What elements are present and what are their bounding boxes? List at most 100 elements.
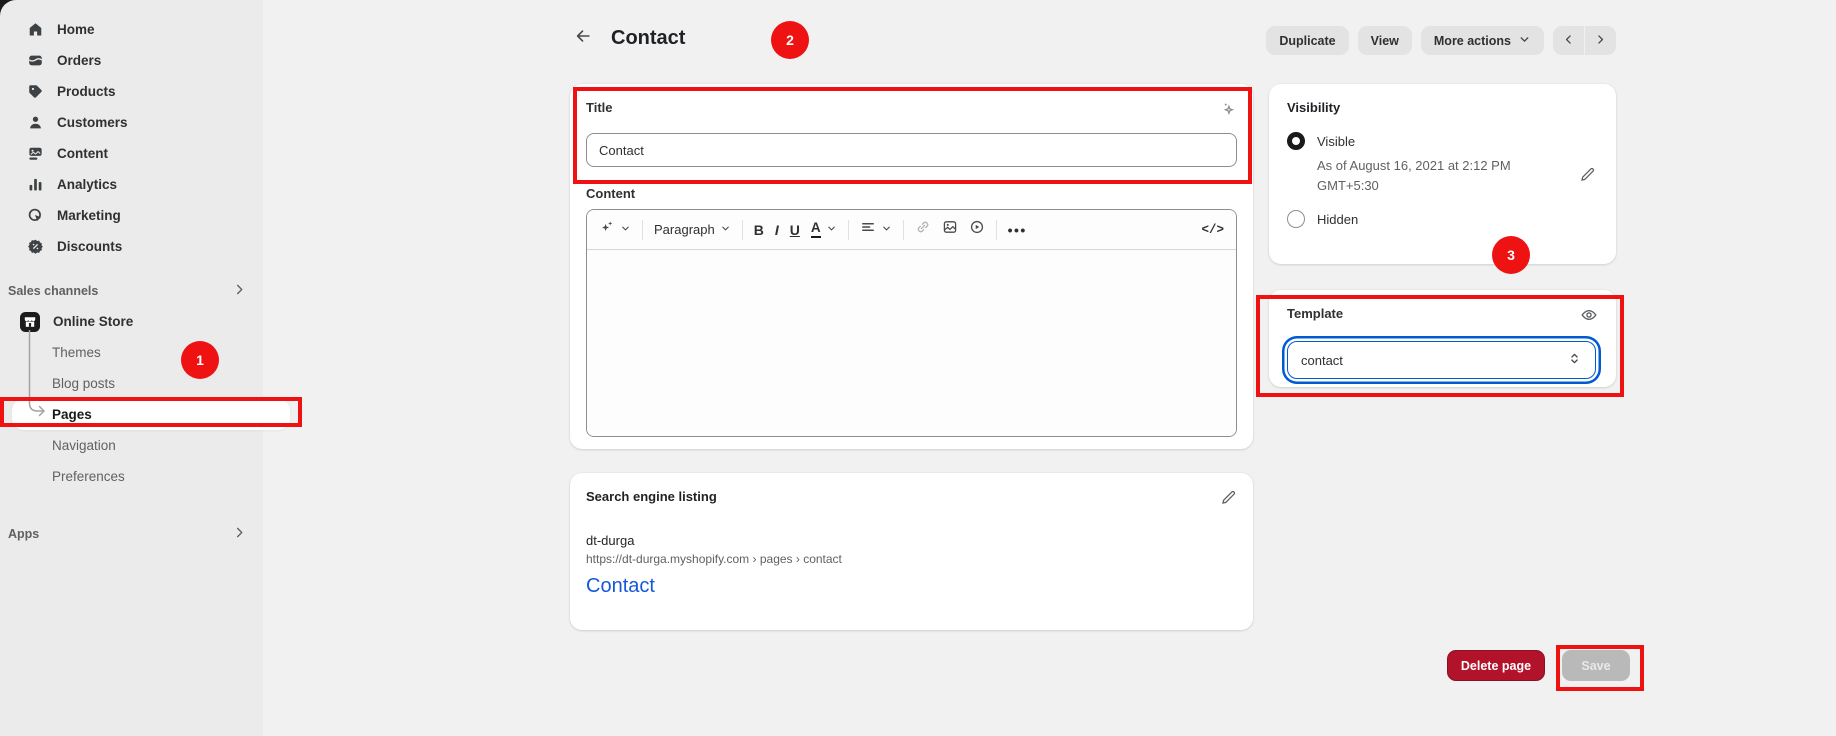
seo-heading: Search engine listing [586,489,717,504]
next-page-button[interactable] [1585,26,1616,55]
show-html-button[interactable]: </> [1201,223,1224,237]
chevron-right-icon [232,525,247,543]
title-label: Title [586,100,613,115]
divider [848,220,849,240]
apps-header[interactable]: Apps [0,518,263,549]
insert-image-button[interactable] [942,219,958,240]
sidebar-item-label: Customers [57,115,128,130]
sales-channels-label: Sales channels [8,284,98,298]
sidebar-item-themes[interactable]: Themes [0,337,263,368]
shopify-admin-page: Home Orders Products Customers Content A… [0,0,1836,736]
back-button[interactable] [570,25,596,51]
paragraph-label: Paragraph [654,222,715,237]
radio-selected-icon [1287,132,1305,150]
sales-channels-header[interactable]: Sales channels [0,275,263,306]
header-actions: Duplicate View More actions [1266,26,1616,55]
sidebar-item-blog-posts[interactable]: Blog posts [0,368,263,399]
italic-button[interactable]: I [775,222,779,238]
sidebar-item-label: Analytics [57,177,117,192]
chevron-right-icon [1594,33,1607,49]
sub-item-label: Navigation [52,438,116,453]
sidebar-item-navigation[interactable]: Navigation [0,430,263,461]
editor-toolbar: Paragraph B I U A [587,210,1236,250]
visibility-card: Visibility Visible As of August 16, 2021… [1269,84,1616,264]
previous-page-button[interactable] [1553,26,1584,55]
sidebar-item-content[interactable]: Content [0,138,263,169]
insert-video-button[interactable] [969,219,985,240]
image-icon [942,219,958,240]
save-button[interactable]: Save [1562,650,1630,681]
home-icon [26,21,44,39]
sidebar-item-customers[interactable]: Customers [0,107,263,138]
edit-pencil-icon[interactable] [1579,166,1596,188]
content-editor-body[interactable] [587,250,1236,437]
sidebar-item-online-store[interactable]: Online Store [0,306,263,337]
apps-label: Apps [8,527,39,541]
ai-sparkle-icon[interactable] [1220,100,1237,122]
sidebar-item-label: Products [57,84,116,99]
chevron-down-icon [881,221,892,239]
rich-text-editor: Paragraph B I U A [586,209,1237,437]
align-left-icon [860,219,876,240]
back-arrow-icon [574,27,592,50]
sub-item-label: Themes [52,345,101,360]
content-label: Content [586,186,1237,201]
visible-radio-option[interactable]: Visible [1287,132,1598,150]
sidebar-item-orders[interactable]: Orders [0,45,263,76]
view-button[interactable]: View [1358,26,1412,55]
sub-item-label: Preferences [52,469,125,484]
radio-unselected-icon [1287,210,1305,228]
seo-url-breadcrumb: https://dt-durga.myshopify.com › pages ›… [586,552,1237,566]
annotation-circle-2: 2 [771,21,809,59]
alignment-button[interactable] [860,219,892,240]
more-actions-button[interactable]: More actions [1421,26,1544,55]
title-input[interactable] [586,133,1237,167]
hidden-radio-option[interactable]: Hidden [1287,210,1598,228]
sidebar-item-label: Orders [57,53,101,68]
seo-page-link[interactable]: Contact [586,575,1237,598]
more-actions-label: More actions [1434,34,1511,48]
record-pager [1553,26,1616,55]
template-select-value: contact [1301,353,1343,368]
play-circle-icon [969,219,985,240]
bold-button[interactable]: B [754,222,764,238]
sidebar-item-home[interactable]: Home [0,14,263,45]
marketing-icon [26,207,44,225]
sidebar-item-preferences[interactable]: Preferences [0,461,263,492]
sidebar-item-label: Content [57,146,108,161]
link-icon [915,219,931,240]
content-icon [26,145,44,163]
ai-sparkle-icon [599,219,615,240]
chevron-right-icon [232,282,247,300]
divider [642,220,643,240]
page-details-card: Title Content Paragraph B I U [570,84,1253,449]
eye-preview-icon[interactable] [1580,306,1598,329]
chevron-left-icon [1562,33,1575,49]
underline-button[interactable]: U [790,222,800,238]
template-label: Template [1287,306,1343,321]
footer-actions: Delete page Save [1447,650,1630,681]
paragraph-style-dropdown[interactable]: Paragraph [654,221,731,239]
sidebar-item-analytics[interactable]: Analytics [0,169,263,200]
duplicate-button[interactable]: Duplicate [1266,26,1348,55]
ai-assist-button[interactable] [599,219,631,240]
divider [996,220,997,240]
chevron-down-icon [1518,33,1531,49]
insert-link-button[interactable] [915,219,931,240]
delete-page-button[interactable]: Delete page [1447,650,1545,681]
search-engine-listing-card: Search engine listing dt-durga https://d… [570,473,1253,630]
edit-pencil-icon[interactable] [1220,489,1237,511]
sidebar-item-marketing[interactable]: Marketing [0,200,263,231]
template-card: Template contact [1269,290,1616,387]
visible-date-note: As of August 16, 2021 at 2:12 PM GMT+5:3… [1317,156,1557,196]
select-updown-icon [1567,351,1582,369]
page-header: Contact [570,25,685,51]
text-color-button[interactable]: A [811,221,837,239]
template-select[interactable]: contact [1287,341,1596,379]
sidebar-item-products[interactable]: Products [0,76,263,107]
online-store-icon [20,312,40,332]
more-formatting-button[interactable]: ••• [1008,222,1027,238]
sidebar-item-discounts[interactable]: Discounts [0,231,263,262]
page-title: Contact [611,27,685,50]
sidebar-item-pages[interactable]: Pages [12,399,290,430]
